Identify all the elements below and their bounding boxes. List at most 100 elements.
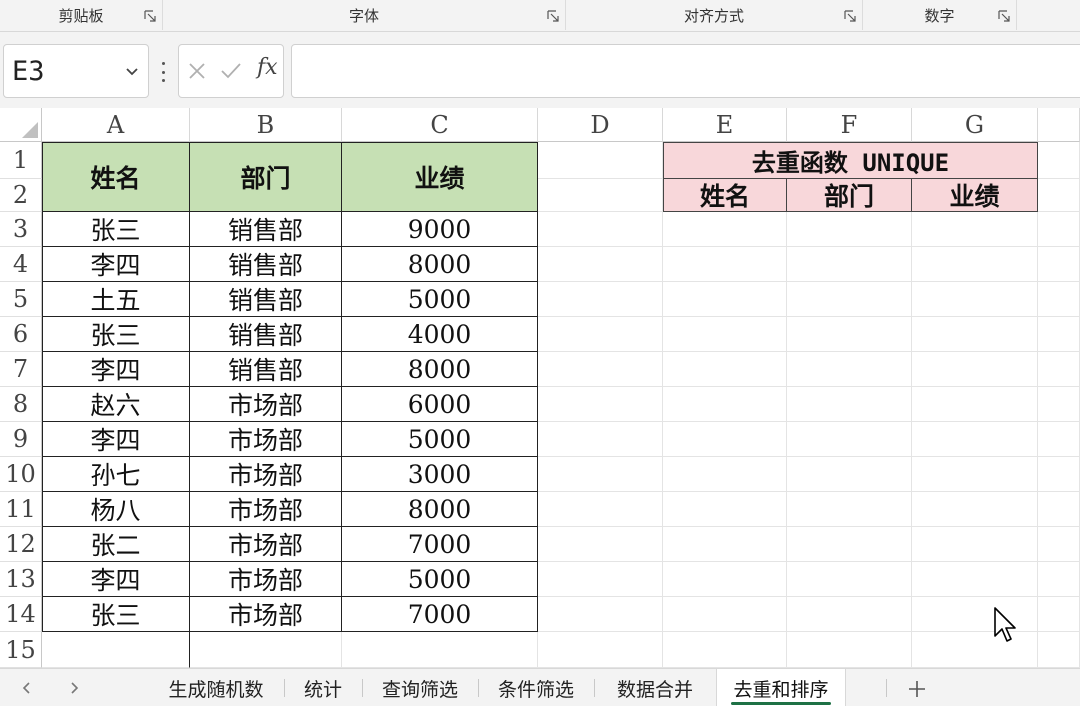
column-header-e[interactable]: E bbox=[663, 108, 787, 142]
cell-d12[interactable] bbox=[538, 527, 663, 562]
cell-g3[interactable] bbox=[912, 212, 1038, 247]
dialog-launcher-icon[interactable] bbox=[547, 10, 559, 22]
table-data-cell[interactable]: 张二 bbox=[42, 527, 190, 562]
cell-d2[interactable] bbox=[538, 179, 663, 212]
cell-g4[interactable] bbox=[912, 247, 1038, 282]
cell-f14[interactable] bbox=[787, 597, 912, 632]
row-header-6[interactable]: 6 bbox=[0, 317, 42, 352]
cell-f10[interactable] bbox=[787, 457, 912, 492]
table-data-cell[interactable]: 销售部 bbox=[190, 352, 342, 387]
formula-input[interactable] bbox=[291, 44, 1080, 98]
column-header-g[interactable]: G bbox=[912, 108, 1038, 142]
dialog-launcher-icon[interactable] bbox=[144, 10, 156, 22]
cell-e14[interactable] bbox=[663, 597, 787, 632]
cell-f12[interactable] bbox=[787, 527, 912, 562]
dialog-launcher-icon[interactable] bbox=[844, 10, 856, 22]
cell-h15[interactable] bbox=[1038, 632, 1080, 668]
cell-f15[interactable] bbox=[787, 632, 912, 668]
table-data-cell[interactable]: 销售部 bbox=[190, 247, 342, 282]
column-header-d[interactable]: D bbox=[538, 108, 663, 142]
sheet-tab[interactable]: 生成随机数 bbox=[148, 669, 284, 706]
cell-d5[interactable] bbox=[538, 282, 663, 317]
table-data-cell[interactable]: 杨八 bbox=[42, 492, 190, 527]
result-header-cell[interactable]: 部门 bbox=[787, 179, 912, 212]
cell-e3[interactable] bbox=[663, 212, 787, 247]
table-data-cell[interactable]: 9000 bbox=[342, 212, 538, 247]
column-header-c[interactable]: C bbox=[342, 108, 538, 142]
cell-d14[interactable] bbox=[538, 597, 663, 632]
column-header-a[interactable]: A bbox=[42, 108, 190, 142]
table-data-cell[interactable]: 李四 bbox=[42, 247, 190, 282]
column-header-b[interactable]: B bbox=[190, 108, 342, 142]
cell-h9[interactable] bbox=[1038, 422, 1080, 457]
table-data-cell[interactable]: 张三 bbox=[42, 212, 190, 247]
cell-c15[interactable] bbox=[342, 632, 538, 668]
cell-h7[interactable] bbox=[1038, 352, 1080, 387]
row-header-4[interactable]: 4 bbox=[0, 247, 42, 282]
row-header-10[interactable]: 10 bbox=[0, 457, 42, 492]
table-data-cell[interactable]: 张三 bbox=[42, 597, 190, 632]
cell-e8[interactable] bbox=[663, 387, 787, 422]
table-data-cell[interactable]: 8000 bbox=[342, 247, 538, 282]
sheet-tab[interactable]: 数据合并 bbox=[594, 669, 716, 706]
select-all-corner[interactable] bbox=[0, 108, 42, 142]
cell-h1[interactable] bbox=[1038, 142, 1080, 179]
cell-d10[interactable] bbox=[538, 457, 663, 492]
row-header-12[interactable]: 12 bbox=[0, 527, 42, 562]
table-data-cell[interactable]: 土五 bbox=[42, 282, 190, 317]
cell-e11[interactable] bbox=[663, 492, 787, 527]
table-data-cell[interactable]: 李四 bbox=[42, 562, 190, 597]
cell-h3[interactable] bbox=[1038, 212, 1080, 247]
cell-d13[interactable] bbox=[538, 562, 663, 597]
cell-d6[interactable] bbox=[538, 317, 663, 352]
cell-g14[interactable] bbox=[912, 597, 1038, 632]
cell-d4[interactable] bbox=[538, 247, 663, 282]
table-header-cell[interactable]: 业绩 bbox=[342, 142, 538, 212]
result-header-cell[interactable]: 业绩 bbox=[912, 179, 1038, 212]
cell-a15[interactable] bbox=[42, 632, 190, 668]
table-data-cell[interactable]: 市场部 bbox=[190, 492, 342, 527]
table-data-cell[interactable]: 8000 bbox=[342, 352, 538, 387]
table-data-cell[interactable]: 孙七 bbox=[42, 457, 190, 492]
cell-e10[interactable] bbox=[663, 457, 787, 492]
cell-e7[interactable] bbox=[663, 352, 787, 387]
cell-g8[interactable] bbox=[912, 387, 1038, 422]
cell-g7[interactable] bbox=[912, 352, 1038, 387]
table-data-cell[interactable]: 销售部 bbox=[190, 317, 342, 352]
cell-h13[interactable] bbox=[1038, 562, 1080, 597]
cell-g11[interactable] bbox=[912, 492, 1038, 527]
sheet-tab[interactable]: 查询筛选 bbox=[362, 669, 478, 706]
row-header-1[interactable]: 1 bbox=[0, 142, 42, 179]
cell-f11[interactable] bbox=[787, 492, 912, 527]
cell-g12[interactable] bbox=[912, 527, 1038, 562]
row-header-14[interactable]: 14 bbox=[0, 597, 42, 632]
row-header-8[interactable]: 8 bbox=[0, 387, 42, 422]
insert-function-button[interactable]: fx bbox=[257, 55, 278, 80]
cell-f8[interactable] bbox=[787, 387, 912, 422]
cell-h4[interactable] bbox=[1038, 247, 1080, 282]
cell-g15[interactable] bbox=[912, 632, 1038, 668]
cell-f9[interactable] bbox=[787, 422, 912, 457]
table-data-cell[interactable]: 市场部 bbox=[190, 387, 342, 422]
table-data-cell[interactable]: 8000 bbox=[342, 492, 538, 527]
table-data-cell[interactable]: 3000 bbox=[342, 457, 538, 492]
cell-e9[interactable] bbox=[663, 422, 787, 457]
cell-d11[interactable] bbox=[538, 492, 663, 527]
cell-h5[interactable] bbox=[1038, 282, 1080, 317]
table-data-cell[interactable]: 李四 bbox=[42, 352, 190, 387]
cell-e13[interactable] bbox=[663, 562, 787, 597]
table-data-cell[interactable]: 张三 bbox=[42, 317, 190, 352]
table-data-cell[interactable]: 销售部 bbox=[190, 282, 342, 317]
table-data-cell[interactable]: 6000 bbox=[342, 387, 538, 422]
result-header-cell[interactable]: 姓名 bbox=[663, 179, 787, 212]
row-header-5[interactable]: 5 bbox=[0, 282, 42, 317]
row-header-2[interactable]: 2 bbox=[0, 179, 42, 212]
worksheet-grid[interactable]: A B C D E F G 1 2 3 4 5 6 7 8 9 10 11 12 13 14 15 姓名 部门 业绩 张三 销售部 9… bbox=[0, 108, 1080, 668]
sheet-tab[interactable]: 条件筛选 bbox=[478, 669, 594, 706]
row-header-13[interactable]: 13 bbox=[0, 562, 42, 597]
column-header-h[interactable] bbox=[1038, 108, 1080, 142]
enter-check-icon[interactable] bbox=[219, 59, 243, 83]
cell-f3[interactable] bbox=[787, 212, 912, 247]
table-data-cell[interactable]: 市场部 bbox=[190, 457, 342, 492]
chevron-right-icon[interactable] bbox=[65, 679, 83, 697]
